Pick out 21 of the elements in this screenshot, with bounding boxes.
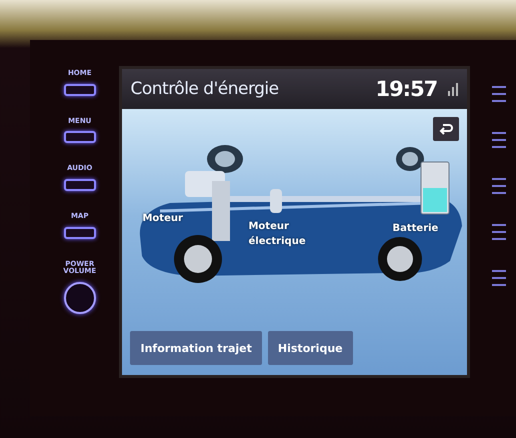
hardware-button[interactable] (64, 179, 96, 192)
signal-icon (447, 81, 460, 97)
tab[interactable]: Historique (268, 331, 353, 365)
electric-motor-label: Moteur électrique (248, 220, 307, 249)
volume-knob[interactable] (64, 282, 96, 314)
battery-label: Batterie (392, 222, 438, 236)
clock: 19:57 (375, 77, 438, 101)
side-button[interactable] (492, 86, 506, 102)
side-button[interactable] (492, 132, 506, 148)
hardware-button[interactable] (64, 84, 96, 96)
side-button[interactable] (492, 224, 506, 240)
hardware-button[interactable] (64, 131, 96, 144)
side-button[interactable] (492, 270, 506, 286)
tab[interactable]: Information trajet (130, 331, 262, 365)
engine-label: Moteur (142, 212, 183, 226)
back-arrow-icon (439, 123, 454, 135)
side-button[interactable] (492, 178, 506, 194)
back-button[interactable] (433, 117, 460, 141)
hardware-button[interactable] (64, 226, 96, 239)
battery-icon (420, 161, 450, 215)
screen-title: Contrôle d'énergie (130, 79, 280, 99)
